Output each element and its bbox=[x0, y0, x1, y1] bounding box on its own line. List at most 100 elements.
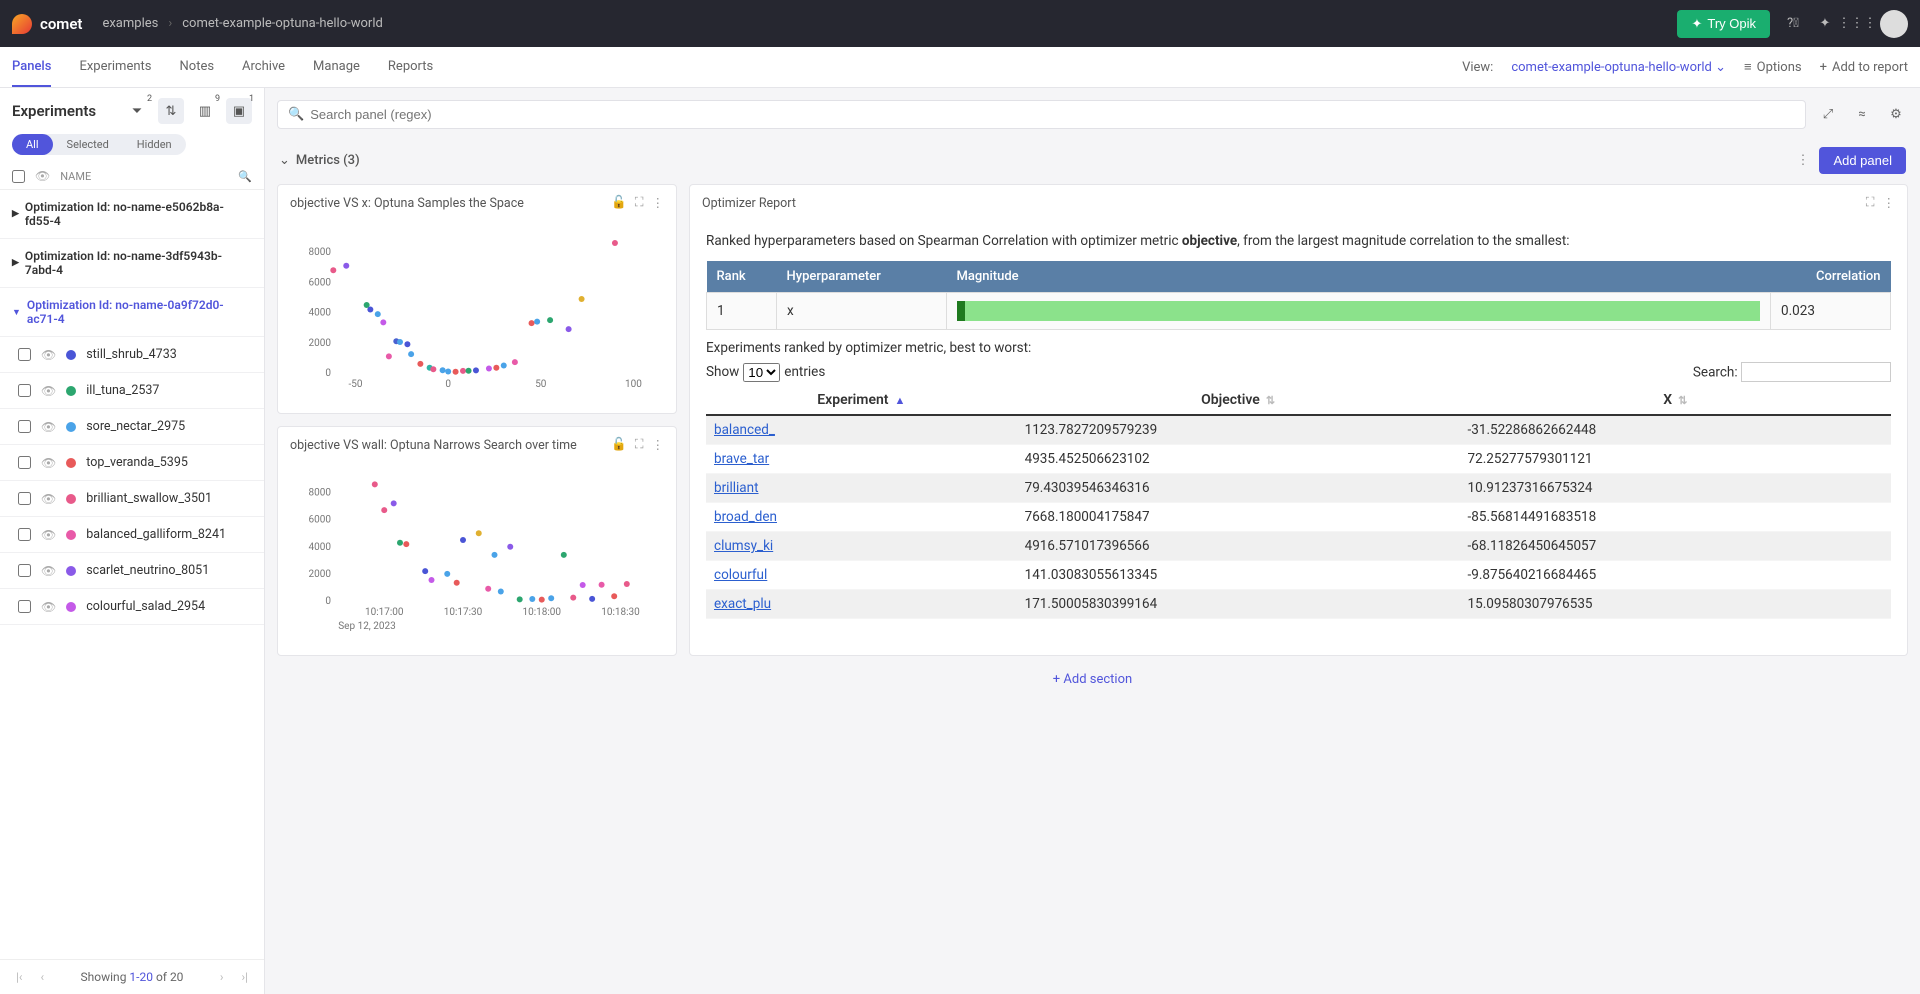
svg-text:10:17:30: 10:17:30 bbox=[444, 607, 483, 618]
expand-icon[interactable]: ⛶ bbox=[635, 437, 644, 453]
experiment-link[interactable]: balanced_ bbox=[714, 422, 775, 438]
tab-notes[interactable]: Notes bbox=[180, 48, 215, 87]
exp-group[interactable]: ▼Optimization Id: no-name-0a9f72d0-ac71-… bbox=[0, 288, 264, 337]
select-all-checkbox[interactable] bbox=[12, 170, 25, 183]
expand-icon[interactable]: ⤢ bbox=[1816, 103, 1840, 127]
add-section-button[interactable]: + Add section bbox=[277, 656, 1908, 703]
col-experiment[interactable]: Experiment▲ bbox=[706, 386, 1017, 415]
table-row: brave_tar4935.45250662310272.25277579301… bbox=[706, 445, 1891, 474]
experiments-table: Experiment▲ Objective⇅ X⇅ balanced_1123.… bbox=[706, 386, 1891, 619]
tab-panels[interactable]: Panels bbox=[12, 48, 51, 87]
expand-icon[interactable]: ⛶ bbox=[1866, 195, 1875, 211]
tab-experiments[interactable]: Experiments bbox=[79, 48, 151, 87]
announce-icon[interactable]: ✦ bbox=[1816, 15, 1834, 33]
pill-all[interactable]: All bbox=[12, 134, 53, 155]
experiment-link[interactable]: exact_plu bbox=[714, 596, 771, 612]
col-objective[interactable]: Objective⇅ bbox=[1017, 386, 1460, 415]
brand-logo[interactable]: comet bbox=[12, 14, 82, 34]
content: 🔍 ⤢ ≈ ⚙ ⌄ Metrics (3) ⋮ Add panel object… bbox=[265, 88, 1920, 994]
pill-selected[interactable]: Selected bbox=[53, 134, 123, 155]
more-icon[interactable]: ⋮ bbox=[1796, 153, 1809, 168]
sidebar-title: Experiments bbox=[12, 102, 96, 120]
table-row: brilliant79.4303954634631610.91237316675… bbox=[706, 474, 1891, 503]
eye-icon[interactable]: 👁 bbox=[35, 169, 50, 183]
breadcrumb-project[interactable]: comet-example-optuna-hello-world bbox=[182, 16, 383, 31]
eye-icon[interactable]: 👁 bbox=[41, 600, 56, 614]
report-title: Optimizer Report bbox=[702, 196, 796, 211]
avatar[interactable] bbox=[1880, 10, 1908, 38]
lock-icon[interactable]: 🔓 bbox=[611, 437, 627, 453]
report-search-input[interactable] bbox=[1741, 362, 1891, 382]
settings-icon[interactable]: ⚙ bbox=[1884, 103, 1908, 127]
breadcrumb-workspace[interactable]: examples bbox=[102, 16, 158, 31]
tab-manage[interactable]: Manage bbox=[313, 48, 360, 87]
svg-text:0: 0 bbox=[325, 596, 331, 607]
eye-icon[interactable]: 👁 bbox=[41, 384, 56, 398]
sort-button[interactable]: ⇅ bbox=[158, 98, 184, 124]
experiment-link[interactable]: clumsy_ki bbox=[714, 538, 773, 554]
eye-icon[interactable]: 👁 bbox=[41, 348, 56, 362]
chevron-down-icon[interactable]: ⌄ bbox=[279, 153, 290, 168]
experiment-link[interactable]: brilliant bbox=[714, 480, 759, 496]
exp-item[interactable]: 👁still_shrub_4733 bbox=[0, 337, 264, 373]
options-button[interactable]: ≡Options bbox=[1744, 59, 1802, 75]
pager-next[interactable]: › bbox=[216, 970, 228, 984]
view-dropdown[interactable]: comet-example-optuna-hello-world ⌄ bbox=[1511, 60, 1726, 75]
columns-button[interactable]: ▥9 bbox=[192, 98, 218, 124]
eye-icon[interactable]: 👁 bbox=[41, 528, 56, 542]
experiment-link[interactable]: brave_tar bbox=[714, 451, 769, 467]
exp-group[interactable]: ▶Optimization Id: no-name-e5062b8a-fd55-… bbox=[0, 190, 264, 239]
report-description: Ranked hyperparameters based on Spearman… bbox=[706, 231, 1891, 251]
list-icon: ≡ bbox=[1744, 59, 1752, 75]
pill-hidden[interactable]: Hidden bbox=[123, 134, 186, 155]
table-row: clumsy_ki4916.571017396566-68.1182645064… bbox=[706, 532, 1891, 561]
sparkle-icon: ✦ bbox=[1691, 16, 1702, 32]
exp-item[interactable]: 👁scarlet_neutrino_8051 bbox=[0, 553, 264, 589]
exp-item[interactable]: 👁colourful_salad_2954 bbox=[0, 589, 264, 625]
filter-button[interactable]: ⏷2 bbox=[124, 98, 150, 124]
eye-icon[interactable]: 👁 bbox=[41, 456, 56, 470]
apps-icon[interactable]: ⋮⋮⋮ bbox=[1848, 15, 1866, 33]
entries-select[interactable]: 10 bbox=[743, 363, 780, 382]
eye-icon[interactable]: 👁 bbox=[41, 420, 56, 434]
comet-icon bbox=[12, 14, 32, 34]
pager-last[interactable]: ›| bbox=[237, 970, 252, 984]
search-panel-input[interactable]: 🔍 bbox=[277, 100, 1806, 129]
try-opik-button[interactable]: ✦Try Opik bbox=[1677, 10, 1770, 38]
svg-text:-50: -50 bbox=[349, 379, 363, 390]
svg-text:2000: 2000 bbox=[309, 569, 332, 580]
exp-group[interactable]: ▶Optimization Id: no-name-3df5943b-7abd-… bbox=[0, 239, 264, 288]
chart2-plot[interactable]: 0200040006000800010:17:0010:17:3010:18:0… bbox=[290, 469, 664, 639]
experiment-link[interactable]: broad_den bbox=[714, 509, 777, 525]
expand-icon[interactable]: ⛶ bbox=[635, 195, 644, 211]
wave-icon[interactable]: ≈ bbox=[1850, 103, 1874, 127]
rank-table: Rank Hyperparameter Magnitude Correlatio… bbox=[706, 261, 1891, 330]
chart-panel-1: objective VS x: Optuna Samples the Space… bbox=[277, 184, 677, 414]
tab-archive[interactable]: Archive bbox=[242, 48, 285, 87]
chart1-plot[interactable]: 02000400060008000-50050100 bbox=[290, 227, 664, 397]
more-icon[interactable]: ⋮ bbox=[652, 195, 665, 211]
search-icon[interactable]: 🔍 bbox=[238, 170, 252, 183]
group-button[interactable]: ▣1 bbox=[226, 98, 252, 124]
exp-item[interactable]: 👁ill_tuna_2537 bbox=[0, 373, 264, 409]
chart-panel-2: objective VS wall: Optuna Narrows Search… bbox=[277, 426, 677, 656]
svg-text:8000: 8000 bbox=[309, 488, 332, 499]
pager-prev[interactable]: ‹ bbox=[37, 970, 49, 984]
tab-reports[interactable]: Reports bbox=[388, 48, 433, 87]
more-icon[interactable]: ⋮ bbox=[652, 437, 665, 453]
add-panel-button[interactable]: Add panel bbox=[1819, 147, 1906, 174]
more-icon[interactable]: ⋮ bbox=[1883, 195, 1896, 211]
exp-item[interactable]: 👁brilliant_swallow_3501 bbox=[0, 481, 264, 517]
pager-first[interactable]: |‹ bbox=[12, 970, 27, 984]
eye-icon[interactable]: 👁 bbox=[41, 492, 56, 506]
exp-item[interactable]: 👁sore_nectar_2975 bbox=[0, 409, 264, 445]
exp-item[interactable]: 👁balanced_galliform_8241 bbox=[0, 517, 264, 553]
add-report-button[interactable]: +Add to report bbox=[1820, 60, 1908, 75]
exp-item[interactable]: 👁top_veranda_5395 bbox=[0, 445, 264, 481]
lock-icon[interactable]: 🔓 bbox=[611, 195, 627, 211]
experiment-link[interactable]: colourful bbox=[714, 567, 767, 583]
help-icon[interactable]: ?⃝ bbox=[1784, 15, 1802, 33]
name-column-header: NAME bbox=[60, 170, 91, 183]
eye-icon[interactable]: 👁 bbox=[41, 564, 56, 578]
col-x[interactable]: X⇅ bbox=[1460, 386, 1891, 415]
